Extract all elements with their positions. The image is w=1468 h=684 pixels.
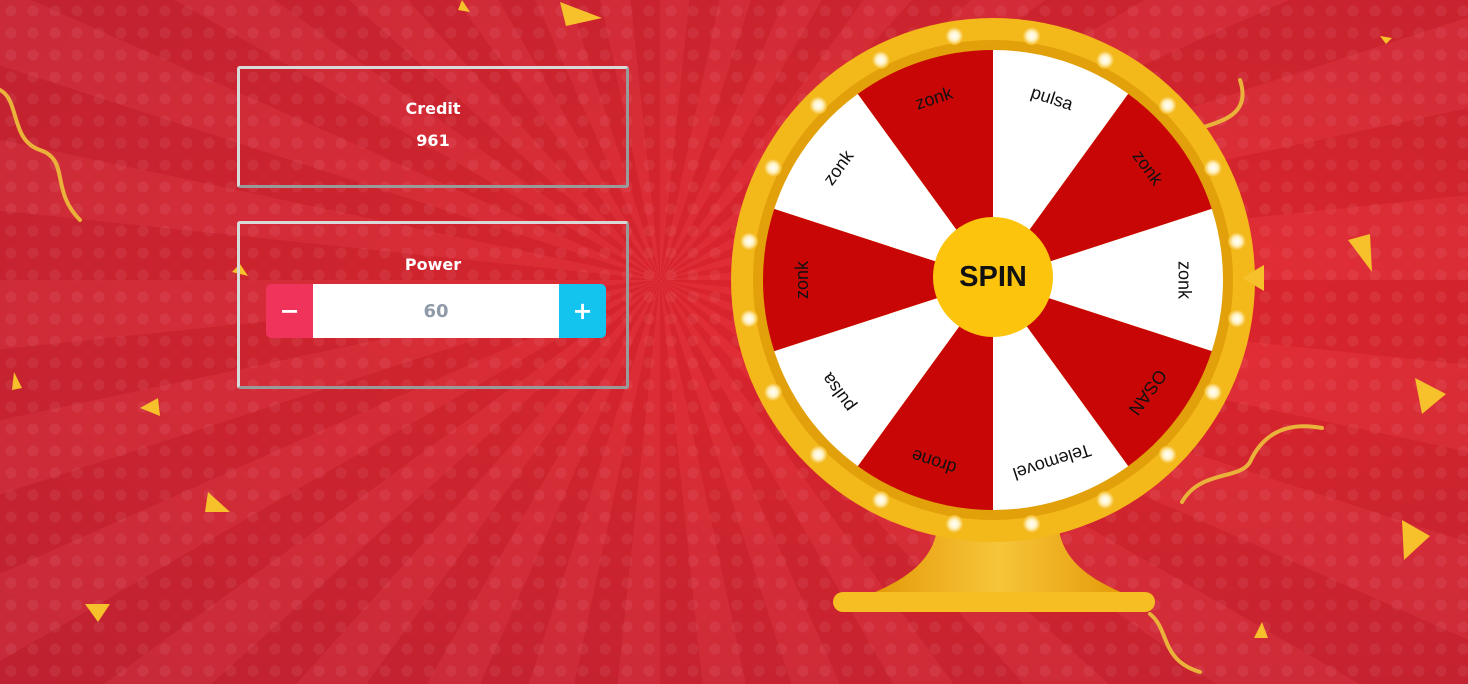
wheel-bulb xyxy=(1096,50,1115,69)
wheel-bulb xyxy=(809,445,828,464)
power-stepper: − + xyxy=(266,284,606,338)
wheel-base xyxy=(833,592,1155,612)
wheel-bulb xyxy=(740,232,759,251)
increase-power-button[interactable]: + xyxy=(559,284,606,338)
wheel-bulb xyxy=(945,514,964,533)
wheel-bulb xyxy=(809,96,828,115)
wheel-bulb xyxy=(1096,491,1115,510)
credit-value: 961 xyxy=(416,131,450,150)
wheel-bulb xyxy=(1204,158,1223,177)
wheel-bulb xyxy=(1227,309,1246,328)
power-panel: Power − + xyxy=(237,221,629,389)
prize-wheel: pulsa zonk zonk OSAN Telemovel drone pulsa zonk… xyxy=(728,18,1268,618)
power-input[interactable] xyxy=(313,284,559,338)
power-label: Power xyxy=(404,255,462,274)
wheel-bulb xyxy=(740,309,759,328)
wheel-bulb xyxy=(1022,514,1041,533)
wheel-bulb xyxy=(871,491,890,510)
wheel-bulb xyxy=(1158,445,1177,464)
credit-label: Credit xyxy=(405,99,461,118)
wheel-bulb xyxy=(763,158,782,177)
wheel-bulb xyxy=(1204,383,1223,402)
wheel-bulb xyxy=(945,27,964,46)
spin-button[interactable]: SPIN xyxy=(933,217,1053,337)
wheel-bulb xyxy=(1022,27,1041,46)
wheel-segment-label: zonk xyxy=(792,260,812,299)
wheel-bulb xyxy=(1158,96,1177,115)
wheel-bulb xyxy=(1227,232,1246,251)
wheel-bulb xyxy=(763,383,782,402)
decrease-power-button[interactable]: − xyxy=(266,284,313,338)
wheel-segment-label: zonk xyxy=(1174,261,1194,300)
wheel-bulb xyxy=(871,50,890,69)
credit-panel: Credit 961 xyxy=(237,66,629,188)
wheel-pointer-icon xyxy=(1242,265,1264,291)
